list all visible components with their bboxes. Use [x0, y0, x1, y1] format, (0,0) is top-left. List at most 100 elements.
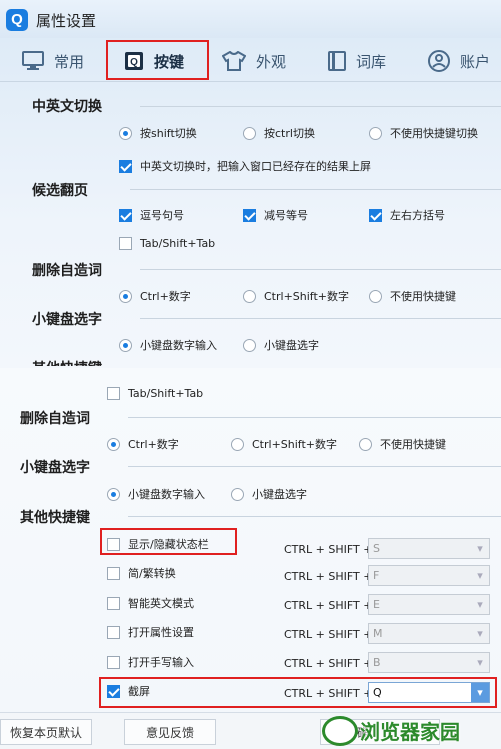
option-label: Tab/Shift+Tab	[140, 237, 216, 250]
checkbox-tab-shift-tab-lower[interactable]: Tab/Shift+Tab	[107, 387, 203, 400]
statusbar-highlight-box	[100, 528, 237, 555]
radio-ctrl-number[interactable]: Ctrl+数字	[119, 288, 191, 304]
tab-label: 常用	[54, 52, 85, 71]
chevron-down-icon: ▾	[477, 598, 483, 611]
divider	[140, 106, 501, 107]
tab-account[interactable]: 账户	[428, 40, 490, 82]
checkbox-open-settings[interactable]: 打开属性设置	[107, 624, 194, 640]
select-value: S	[373, 542, 380, 555]
radio-ctrl-switch[interactable]: 按ctrl切换	[243, 125, 315, 141]
shortcut-keys-label: CTRL + SHIFT +	[284, 570, 373, 583]
radio-no-shortcut-delete-lower[interactable]: 不使用快捷键	[359, 436, 446, 452]
tab-dictionary[interactable]: 词库	[328, 40, 386, 82]
radio-shift-switch[interactable]: 按shift切换	[119, 125, 197, 141]
section-title-other-shortcuts: 其他快捷键	[20, 510, 90, 526]
radio-button[interactable]	[119, 289, 132, 303]
shortcut-key-select-simp-trad[interactable]: F ▾	[368, 565, 490, 586]
shortcut-key-select-smart-english[interactable]: E ▾	[368, 594, 490, 615]
shortcut-keys-label: CTRL + SHIFT +	[284, 599, 373, 612]
option-label: 中英文切换时，把输入窗口已经存在的结果上屏	[140, 160, 371, 173]
option-label: Ctrl+数字	[140, 290, 191, 303]
tab-appearance[interactable]: 外观	[222, 40, 286, 82]
tab-general[interactable]: 常用	[22, 40, 84, 82]
tab-label: 词库	[356, 52, 387, 71]
checkbox-brackets[interactable]: 左右方括号	[369, 207, 445, 223]
radio-button[interactable]	[243, 289, 256, 303]
option-label: 智能英文模式	[128, 597, 194, 610]
option-label: Tab/Shift+Tab	[128, 387, 204, 400]
clipped-section: 其他快捷键	[0, 356, 501, 366]
shortcut-key-select-handwriting[interactable]: B ▾	[368, 652, 490, 673]
section-title-keypad-lower: 小键盘选字	[20, 460, 90, 476]
radio-no-shortcut-delete[interactable]: 不使用快捷键	[369, 288, 456, 304]
tab-label: 账户	[460, 52, 491, 71]
checkbox[interactable]	[119, 237, 132, 250]
divider	[128, 466, 501, 467]
option-label: 不使用快捷键	[390, 290, 456, 303]
radio-keypad-number-input[interactable]: 小键盘数字输入	[119, 337, 217, 353]
radio-keypad-select[interactable]: 小键盘选字	[243, 337, 319, 353]
checkbox-handwriting[interactable]: 打开手写输入	[107, 654, 194, 670]
checkbox-simp-trad[interactable]: 简/繁转换	[107, 565, 176, 581]
divider	[130, 189, 501, 190]
option-label: 逗号句号	[140, 209, 184, 222]
radio-button[interactable]	[107, 487, 120, 501]
shortcut-key-select-statusbar[interactable]: S ▾	[368, 538, 490, 559]
radio-ctrl-shift-number-lower[interactable]: Ctrl+Shift+数字	[231, 436, 337, 452]
checkbox[interactable]	[119, 159, 132, 173]
tab-bar: 常用 Q 按键 外观 词库 账户	[0, 40, 501, 82]
feedback-button[interactable]: 意见反馈	[124, 719, 216, 745]
radio-keypad-number-input-lower[interactable]: 小键盘数字输入	[107, 486, 205, 502]
radio-button[interactable]	[231, 487, 244, 501]
radio-button[interactable]	[119, 126, 132, 140]
radio-button[interactable]	[107, 437, 120, 451]
watermark-logo-icon	[322, 716, 358, 746]
radio-keypad-select-lower[interactable]: 小键盘选字	[231, 486, 307, 502]
radio-button[interactable]	[119, 338, 132, 352]
radio-no-shortcut-switch[interactable]: 不使用快捷键切换	[369, 125, 478, 141]
checkbox[interactable]	[107, 655, 120, 669]
book-icon	[328, 51, 346, 71]
divider	[128, 417, 501, 418]
radio-ctrl-number-lower[interactable]: Ctrl+数字	[107, 436, 179, 452]
user-icon	[428, 50, 450, 72]
radio-button[interactable]	[243, 338, 256, 352]
app-logo: Q	[6, 9, 28, 31]
option-label: 小键盘数字输入	[128, 488, 205, 501]
checkbox[interactable]	[107, 387, 120, 400]
section-title-delete-lower: 删除自造词	[20, 411, 90, 427]
chevron-down-icon: ▾	[477, 569, 483, 582]
checkbox[interactable]	[119, 208, 132, 222]
option-label: 按shift切换	[140, 127, 197, 140]
checkbox[interactable]	[107, 596, 120, 610]
chevron-down-icon: ▾	[477, 542, 483, 555]
checkbox[interactable]	[243, 208, 256, 222]
radio-button[interactable]	[359, 437, 372, 451]
tab-highlight-box	[106, 40, 209, 80]
option-label: 不使用快捷键切换	[390, 127, 478, 140]
divider	[128, 516, 501, 517]
option-label: Ctrl+Shift+数字	[252, 438, 338, 451]
radio-button[interactable]	[369, 289, 382, 303]
checkbox-comma-period[interactable]: 逗号句号	[119, 207, 184, 223]
checkbox-commit-on-switch[interactable]: 中英文切换时，把输入窗口已经存在的结果上屏	[119, 158, 371, 174]
checkbox-tab-shift-tab[interactable]: Tab/Shift+Tab	[119, 237, 215, 250]
radio-button[interactable]	[231, 437, 244, 451]
divider	[140, 318, 501, 319]
restore-defaults-button[interactable]: 恢复本页默认	[0, 719, 92, 745]
title-bar: Q 属性设置	[0, 0, 501, 38]
checkbox[interactable]	[107, 625, 120, 639]
checkbox-minus-equal[interactable]: 减号等号	[243, 207, 308, 223]
radio-ctrl-shift-number[interactable]: Ctrl+Shift+数字	[243, 288, 349, 304]
checkbox-smart-english[interactable]: 智能英文模式	[107, 595, 194, 611]
checkbox[interactable]	[107, 566, 120, 580]
radio-button[interactable]	[243, 126, 256, 140]
watermark-text: 浏览器家园	[360, 720, 460, 744]
option-label: 按ctrl切换	[264, 127, 315, 140]
radio-button[interactable]	[369, 126, 382, 140]
select-value: F	[373, 569, 380, 582]
checkbox[interactable]	[369, 208, 382, 222]
section-title-delete: 删除自造词	[32, 263, 102, 279]
option-label: 打开手写输入	[128, 656, 194, 669]
shortcut-key-select-open-settings[interactable]: M ▾	[368, 623, 490, 644]
